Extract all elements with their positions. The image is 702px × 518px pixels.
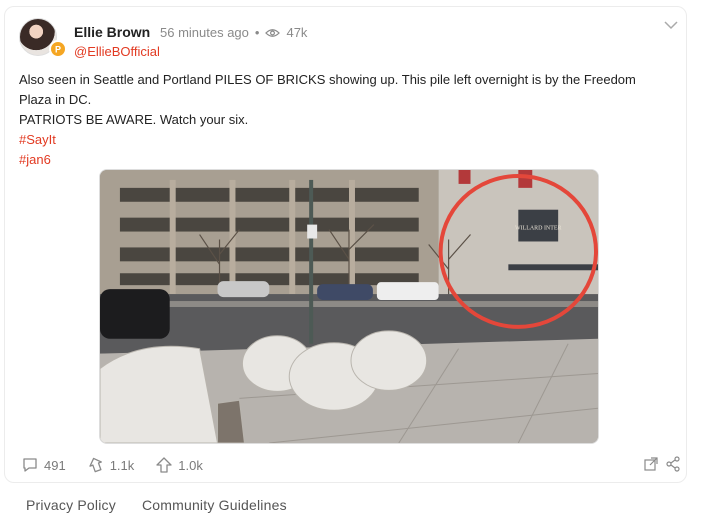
view-count: 47k bbox=[286, 25, 308, 40]
comment-icon bbox=[23, 458, 37, 472]
upvote-button[interactable]: 1.0k bbox=[155, 456, 203, 474]
verified-badge-icon: P bbox=[49, 40, 67, 58]
building-sign: WILLARD INTER bbox=[515, 226, 562, 232]
chevron-down-icon[interactable] bbox=[664, 20, 678, 30]
community-guidelines-link[interactable]: Community Guidelines bbox=[142, 497, 287, 513]
post-actions: 491 1.1k 1.0k bbox=[21, 456, 224, 474]
post-text-line: PATRIOTS BE AWARE. Watch your six. bbox=[19, 112, 249, 127]
svg-text:P: P bbox=[55, 45, 61, 55]
comment-count: 491 bbox=[44, 457, 66, 473]
open-external-icon[interactable] bbox=[643, 456, 659, 472]
share-icon[interactable] bbox=[665, 456, 681, 472]
hashtag-sayit[interactable]: #SayIt bbox=[19, 130, 669, 150]
share-actions bbox=[643, 456, 681, 472]
post-body: Also seen in Seattle and Portland PILES … bbox=[19, 70, 669, 170]
post-text-line: Also seen in Seattle and Portland PILES … bbox=[19, 72, 636, 107]
author-name[interactable]: Ellie Brown bbox=[74, 24, 150, 40]
post-card: P Ellie Brown 56 minutes ago • 47k @Elli… bbox=[4, 6, 687, 483]
post-meta: 56 minutes ago • 47k bbox=[160, 25, 307, 40]
site-footer: Privacy Policy Community Guidelines bbox=[26, 497, 287, 513]
repost-count: 1.1k bbox=[109, 457, 135, 473]
comment-button[interactable]: 491 bbox=[21, 456, 66, 474]
repost-button[interactable]: 1.1k bbox=[87, 456, 135, 474]
privacy-policy-link[interactable]: Privacy Policy bbox=[26, 497, 116, 513]
repost-icon bbox=[89, 457, 102, 473]
hashtag-jan6[interactable]: #jan6 bbox=[19, 150, 669, 170]
meta-separator: • bbox=[254, 25, 260, 40]
upvote-icon bbox=[156, 457, 172, 473]
author-handle[interactable]: @EllieBOfficial bbox=[74, 44, 160, 59]
timestamp: 56 minutes ago bbox=[160, 25, 249, 40]
post-image[interactable]: WILLARD INTER bbox=[99, 169, 599, 444]
eye-icon bbox=[265, 28, 281, 37]
upvote-count: 1.0k bbox=[178, 457, 203, 473]
